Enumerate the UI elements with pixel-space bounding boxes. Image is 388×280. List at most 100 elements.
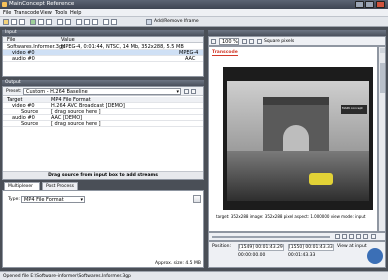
mainconcept-logo xyxy=(367,248,383,264)
menu-help[interactable]: Help xyxy=(70,10,81,16)
type-label: Type: xyxy=(8,197,20,202)
stop-icon[interactable] xyxy=(65,19,71,25)
list-icon[interactable] xyxy=(92,19,98,25)
next-frame-icon[interactable] xyxy=(356,234,361,239)
window-title: MainConcept Reference xyxy=(9,1,75,7)
taxi-car xyxy=(309,173,333,185)
app-icon xyxy=(2,2,7,7)
wrench-button[interactable] xyxy=(193,195,201,203)
play-icon-preview[interactable] xyxy=(349,234,354,239)
toolbar: Add/Remove Iframe xyxy=(0,17,388,27)
photo-street xyxy=(227,151,369,201)
info-icon[interactable] xyxy=(38,19,44,25)
help-icon[interactable] xyxy=(111,19,117,25)
position-bar: Position: [1549] 00:01:43.29 [1550] 00:0… xyxy=(208,241,386,268)
settings-icon[interactable] xyxy=(19,19,25,25)
input-col-value: Value xyxy=(61,37,75,43)
zoom-value: 100 % xyxy=(222,39,238,45)
type-chevron-down-icon[interactable]: ▾ xyxy=(80,197,83,203)
filter-icon[interactable] xyxy=(76,19,82,25)
preview-icon[interactable] xyxy=(57,19,63,25)
photo-logo-text: MAIN concept xyxy=(342,106,363,110)
encode-icon[interactable] xyxy=(46,19,52,25)
tab-post-process[interactable]: Post Process xyxy=(42,182,78,190)
time-end: 00:01:43.33 xyxy=(288,253,316,258)
type-select[interactable]: MP4 File Format ▾ xyxy=(21,196,85,203)
save-icon[interactable] xyxy=(11,19,17,25)
tab-post-process-label: Post Process xyxy=(46,184,74,189)
title-bar: MainConcept Reference xyxy=(0,0,388,9)
menu-file[interactable]: File xyxy=(3,10,11,16)
settings-panel: Type: MP4 File Format ▾ Approx. size: 4.… xyxy=(2,190,204,268)
output-audio-source-value: [ drag source here ] xyxy=(51,121,101,127)
arc-top xyxy=(263,97,329,105)
addremove-label[interactable]: Add/Remove Iframe xyxy=(154,19,199,24)
scroll-thumb[interactable] xyxy=(380,63,385,93)
menu-view[interactable]: View xyxy=(40,10,52,16)
preset-value: Custom - H.264 Baseline xyxy=(26,89,88,95)
preview-info-line: target: 352x288 image: 352x288 pixel asp… xyxy=(216,214,366,219)
position-frame-start[interactable]: [1549] 00:01:43.29 xyxy=(238,244,284,251)
play-icon[interactable] xyxy=(30,19,36,25)
gear-icon[interactable] xyxy=(84,19,90,25)
maximize-button[interactable] xyxy=(365,1,374,8)
tab-multiplexer[interactable]: Multiplexer xyxy=(4,182,40,190)
preset-label: Preset: xyxy=(6,89,22,94)
transcode-stamp: Transcode xyxy=(212,50,238,56)
drag-hint-bar: Drag source from input box to add stream… xyxy=(3,171,203,179)
timeline-slider[interactable] xyxy=(212,236,330,238)
step-back-icon[interactable] xyxy=(335,234,340,239)
star-icon[interactable] xyxy=(103,19,109,25)
scroll-up-icon[interactable] xyxy=(380,48,385,53)
aspect-icon[interactable] xyxy=(257,39,262,44)
chevron-down-icon[interactable]: ▾ xyxy=(176,89,179,95)
input-row-audio[interactable]: audio #0 AAC xyxy=(3,56,203,62)
menu-bar: File Transcode View Tools Help xyxy=(0,9,388,17)
video-frame: MAIN concept xyxy=(223,67,373,210)
zoom-in-icon[interactable] xyxy=(242,39,247,44)
status-text: Opened file E:\Software-informer\Softwar… xyxy=(3,274,131,279)
settings-tabs: Multiplexer Post Process xyxy=(2,182,204,190)
minimize-button[interactable] xyxy=(355,1,364,8)
approx-size: Approx. size: 4.5 MB xyxy=(155,261,201,266)
view-at-input[interactable]: View at input xyxy=(337,244,367,249)
fit-icon[interactable] xyxy=(211,39,216,44)
status-bar: Opened file E:\Software-informer\Softwar… xyxy=(0,271,388,280)
preset-select[interactable]: Custom - H.264 Baseline ▾ xyxy=(23,88,181,95)
step-forward-icon[interactable] xyxy=(363,234,368,239)
preset-bar: Preset: Custom - H.264 Baseline ▾ xyxy=(3,87,203,96)
zoom-out-icon[interactable] xyxy=(249,39,254,44)
drag-hint: Drag source from input box to add stream… xyxy=(48,173,158,178)
position-label: Position: xyxy=(212,244,232,249)
prev-frame-icon[interactable] xyxy=(342,234,347,239)
output-panel: Preset: Custom - H.264 Baseline ▾ Target… xyxy=(2,86,204,180)
input-column-headers: File Value xyxy=(3,37,203,43)
aspect-option[interactable]: Square pixels xyxy=(264,39,294,44)
close-button[interactable] xyxy=(376,1,385,8)
preview-scrollbar[interactable] xyxy=(378,46,386,232)
input-panel-title: Input xyxy=(5,30,17,35)
addremove-icon[interactable] xyxy=(146,19,152,25)
output-panel-title: Output xyxy=(5,80,21,85)
transport-bar xyxy=(208,232,386,241)
zoom-select[interactable]: 100 % xyxy=(219,38,239,45)
preview-canvas: Transcode MAIN concept target: 352x288 i… xyxy=(208,46,378,232)
preview-toolbar: 100 % Square pixels xyxy=(208,36,386,46)
output-audio-source-label: Source xyxy=(21,121,39,127)
save-preset-icon[interactable] xyxy=(184,89,189,94)
input-audio-codec: AAC xyxy=(185,56,196,62)
input-panel: File Value Softwares.Informer.3gp MPEG-4… xyxy=(2,36,204,77)
open-icon[interactable] xyxy=(3,19,9,25)
tab-multiplexer-label: Multiplexer xyxy=(8,184,33,189)
photo-logo: MAIN concept xyxy=(341,105,367,114)
menu-tools[interactable]: Tools xyxy=(55,10,67,16)
time-start: 00:00:00.00 xyxy=(238,253,266,258)
delete-preset-icon[interactable] xyxy=(191,89,196,94)
input-col-file: File xyxy=(7,37,16,43)
type-value: MP4 File Format xyxy=(24,197,64,203)
position-frame-end[interactable]: [1550] 00:01:43.33 xyxy=(288,244,334,251)
menu-transcode[interactable]: Transcode xyxy=(14,10,39,16)
input-audio-name: audio #0 xyxy=(12,56,35,62)
loop-icon[interactable] xyxy=(371,234,376,239)
output-row-audio-source[interactable]: Source [ drag source here ] xyxy=(3,121,203,127)
